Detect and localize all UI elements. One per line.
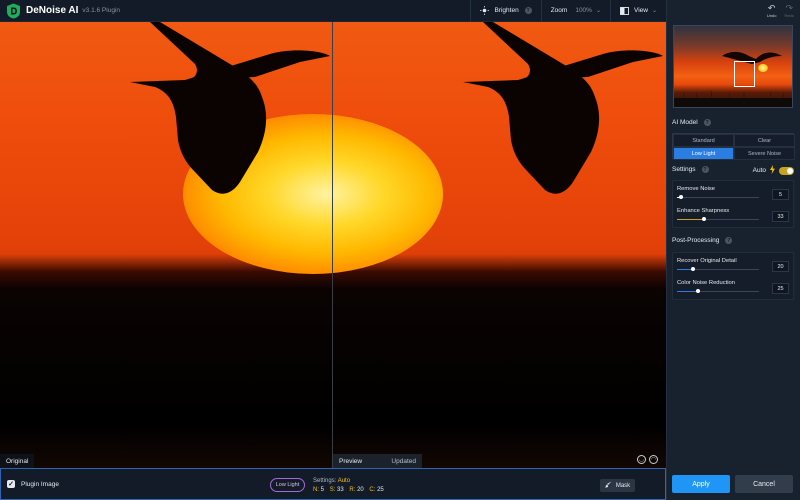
preview-status: Updated (391, 457, 416, 465)
enhance-sharpness-slider[interactable] (677, 217, 759, 221)
denoise-app: DeNoise AI v3.1.6 Plugin Brighten ? Zoom… (0, 0, 800, 500)
ai-model-selector: Standard Clear Low Light Severe Noise (672, 133, 795, 160)
settings-title: Settings (672, 166, 696, 173)
model-low-light[interactable]: Low Light (673, 147, 734, 160)
summary-value: 25 (377, 487, 384, 493)
undo-icon: ↶ (767, 3, 776, 13)
auto-toggle[interactable] (779, 166, 794, 175)
enhance-sharpness-value[interactable]: 33 (772, 211, 789, 222)
brush-icon (605, 481, 612, 490)
summary-value: 20 (357, 487, 364, 493)
color-noise-slider[interactable] (677, 289, 759, 293)
feedback-buttons: ◡ ◠ (637, 455, 658, 464)
summary-key: N: (313, 487, 319, 493)
original-label: Original (0, 454, 35, 468)
summary-value: 33 (337, 487, 344, 493)
chevron-down-icon: ⌄ (651, 8, 657, 14)
ai-model-heading: AI Model ? (672, 119, 711, 126)
settings-card: Remove Noise 5 Enhance Sharpness 33 (672, 180, 794, 228)
remove-noise-row: Remove Noise 5 (673, 183, 793, 205)
redo-icon: ↷ (785, 3, 793, 13)
plugin-image-checkbox[interactable]: ✓ (7, 480, 15, 488)
post-processing-heading: Post-Processing ? (672, 237, 733, 244)
help-icon[interactable]: ? (701, 166, 709, 173)
summary-key: S: (329, 487, 336, 493)
help-icon[interactable]: ? (725, 237, 733, 244)
redo-label: Redo (784, 13, 794, 18)
post-processing-card: Recover Original Detail 20 Color Noise R… (672, 252, 794, 300)
settings-summary: Settings: Auto N: 5 S: 33 R: 20 C: 25 (313, 477, 388, 495)
cancel-button[interactable]: Cancel (735, 475, 793, 493)
post-title: Post-Processing (672, 237, 720, 244)
slider-label: Remove Noise (677, 186, 716, 192)
redo-button[interactable]: ↷ Redo (784, 3, 794, 19)
preview-label: Preview (339, 457, 363, 465)
view-label: View (633, 7, 648, 14)
help-icon[interactable]: ? (703, 119, 711, 126)
plugin-image-label: Plugin Image (21, 480, 59, 488)
summary-key: R: (349, 487, 356, 493)
zoom-select[interactable]: Zoom 100% ⌄ (540, 0, 610, 22)
denoise-logo-icon (5, 3, 21, 19)
mask-button[interactable]: Mask (600, 479, 635, 492)
model-pill: Low Light (270, 478, 305, 492)
zoom-label: Zoom (550, 7, 568, 14)
happy-face-icon[interactable]: ◡ (637, 455, 646, 464)
recover-detail-row: Recover Original Detail 20 (673, 255, 793, 277)
color-noise-value[interactable]: 25 (772, 283, 789, 294)
remove-noise-slider[interactable] (677, 195, 759, 199)
model-clear[interactable]: Clear (734, 134, 795, 147)
zoom-value: 100% (575, 7, 592, 14)
image-original (0, 22, 332, 468)
brighten-label: Brighten (494, 7, 519, 14)
color-noise-row: Color Noise Reduction 25 (673, 277, 793, 299)
image-preview (333, 22, 666, 468)
preview-tab[interactable]: Preview Updated (333, 454, 422, 468)
enhance-sharpness-row: Enhance Sharpness 33 (673, 205, 793, 227)
lightning-icon (770, 165, 775, 176)
split-view-icon (620, 6, 629, 15)
recover-detail-slider[interactable] (677, 267, 759, 271)
apply-button[interactable]: Apply (672, 475, 730, 493)
chevron-down-icon: ⌄ (595, 8, 601, 14)
help-icon[interactable]: ? (524, 7, 532, 14)
remove-noise-value[interactable]: 5 (772, 189, 789, 200)
settings-panel: ↶ Undo ↷ Redo AI Model ? Standard Clear Lo… (666, 0, 800, 500)
preview-image-pane[interactable]: Preview Updated ◡ ◠ (333, 22, 666, 468)
recover-detail-value[interactable]: 20 (772, 261, 789, 272)
summary-key: C: (369, 487, 376, 493)
settings-mode: Auto (337, 478, 351, 484)
bottom-bar: ✓ Plugin Image Low Light Settings: Auto … (0, 468, 666, 500)
original-image-pane[interactable]: Original (0, 22, 332, 468)
ai-model-title: AI Model (672, 119, 698, 126)
slider-label: Enhance Sharpness (677, 208, 730, 214)
undo-button[interactable]: ↶ Undo (766, 3, 777, 19)
viewport-frame[interactable] (734, 61, 755, 87)
mask-label: Mask (615, 482, 631, 489)
settings-prefix: Settings: (313, 478, 337, 484)
model-standard[interactable]: Standard (673, 134, 734, 147)
slider-label: Recover Original Detail (677, 258, 737, 264)
model-severe-noise[interactable]: Severe Noise (734, 147, 795, 160)
undo-label: Undo (766, 13, 777, 18)
top-toolbar: DeNoise AI v3.1.6 Plugin Brighten ? Zoom… (0, 0, 666, 22)
summary-value: 5 (320, 487, 325, 493)
app-version: v3.1.6 Plugin (82, 7, 121, 14)
slider-label: Color Noise Reduction (677, 280, 735, 286)
app-title: DeNoise AI (26, 5, 79, 16)
brighten-toggle[interactable]: Brighten ? (470, 0, 540, 22)
auto-label: Auto (752, 167, 766, 174)
auto-toggle-row: Auto (753, 165, 794, 176)
navigator-thumbnail[interactable] (673, 25, 793, 108)
sun-icon (480, 6, 490, 15)
history-controls: ↶ Undo ↷ Redo (767, 0, 800, 22)
sad-face-icon[interactable]: ◠ (649, 455, 658, 464)
view-select[interactable]: View ⌄ (609, 0, 666, 22)
settings-heading: Settings ? (672, 166, 709, 173)
